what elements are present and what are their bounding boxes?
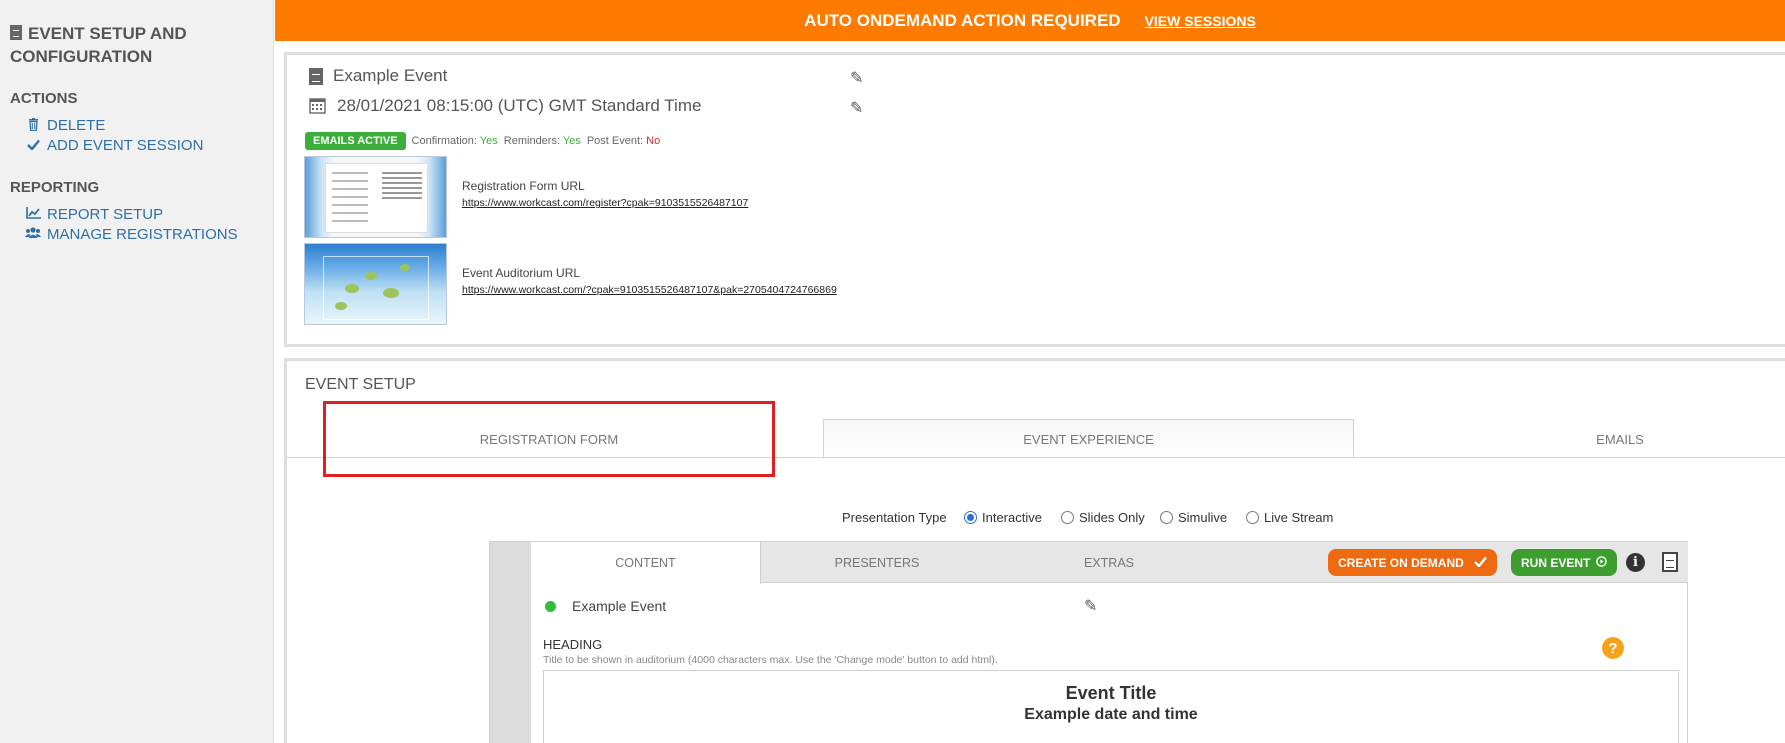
email-status-line: EMAILS ACTIVE Confirmation: Yes Reminder…	[305, 132, 660, 150]
post-event-label: Post Event:	[586, 135, 644, 147]
reminders-value: Yes	[562, 135, 581, 147]
confirmation-label: Confirmation:	[411, 135, 477, 147]
tab-registration-form[interactable]: REGISTRATION FORM	[324, 419, 774, 459]
add-event-session-action[interactable]: ADD EVENT SESSION	[25, 137, 203, 154]
calendar-icon	[309, 97, 327, 115]
registration-url-link[interactable]: https://www.workcast.com/register?cpak=9…	[462, 197, 748, 209]
radio-button[interactable]	[1246, 511, 1259, 524]
view-sessions-link[interactable]: VIEW SESSIONS	[1145, 13, 1256, 29]
delete-action[interactable]: DELETE	[25, 117, 105, 134]
presentation-type-label: Presentation Type	[842, 510, 947, 525]
auditorium-url-label: Event Auditorium URL	[462, 266, 581, 280]
post-event-status: Post Event: No	[587, 135, 660, 147]
content-sub-tabs: CONTENT PRESENTERS EXTRAS CREATE ON DEMA…	[531, 542, 1688, 584]
editor-subtitle: Example date and time	[1024, 706, 1198, 723]
content-event-row: Example Event	[545, 598, 666, 614]
check-icon	[25, 138, 41, 153]
tab-emails[interactable]: EMAILS	[1354, 419, 1785, 459]
document-icon	[309, 67, 323, 85]
event-summary-card: Example Event ✎ 28/01/2021 08:15:00 (UTC…	[284, 52, 1785, 347]
registration-url-label: Registration Form URL	[462, 179, 585, 193]
event-name-row: Example Event	[309, 66, 447, 86]
actions-heading: ACTIONS	[10, 90, 78, 107]
event-setup-title: EVENT SETUP	[305, 376, 416, 393]
registration-form-thumbnail[interactable]	[304, 156, 447, 238]
radio-button[interactable]	[1061, 511, 1074, 524]
event-experience-panel: CONTENT PRESENTERS EXTRAS CREATE ON DEMA…	[489, 541, 1688, 743]
run-event-label: RUN EVENT	[1521, 555, 1591, 570]
reporting-heading: REPORTING	[10, 179, 100, 196]
edit-event-name-icon[interactable]: ✎	[850, 68, 863, 88]
radio-live-stream-label: Live Stream	[1264, 510, 1334, 525]
event-name: Example Event	[333, 66, 448, 85]
emails-active-badge: EMAILS ACTIVE	[305, 132, 406, 150]
create-on-demand-label: CREATE ON DEMAND	[1338, 555, 1464, 570]
heading-editor[interactable]: Event Title Example date and time	[543, 670, 1679, 743]
add-event-session-label: ADD EVENT SESSION	[47, 137, 204, 154]
tab-content[interactable]: CONTENT	[531, 542, 761, 584]
radio-button[interactable]	[964, 511, 977, 524]
report-setup-action[interactable]: REPORT SETUP	[25, 206, 163, 223]
auditorium-url-link[interactable]: https://www.workcast.com/?cpak=910351552…	[462, 284, 837, 296]
reminders-label: Reminders:	[503, 135, 561, 147]
help-question-icon[interactable]: ?	[1602, 637, 1624, 659]
run-event-button[interactable]: RUN EVENT	[1511, 549, 1618, 576]
edit-content-event-icon[interactable]: ✎	[1084, 596, 1097, 616]
sidebar-title-text: EVENT SETUP AND CONFIGURATION	[10, 24, 187, 66]
radio-interactive-label: Interactive	[982, 510, 1042, 525]
manage-registrations-action[interactable]: MANAGE REGISTRATIONS	[25, 226, 238, 243]
confirmation-status: Confirmation: Yes	[412, 135, 498, 147]
create-on-demand-button[interactable]: CREATE ON DEMAND	[1328, 549, 1497, 576]
event-datetime-row: 28/01/2021 08:15:00 (UTC) GMT Standard T…	[309, 96, 701, 116]
notes-document-icon[interactable]	[1662, 552, 1678, 572]
event-setup-section: EVENT SETUP REGISTRATION FORM EVENT EXPE…	[284, 358, 1785, 743]
confirmation-value: Yes	[479, 135, 498, 147]
tab-extras[interactable]: EXTRAS	[993, 542, 1225, 583]
users-icon	[25, 227, 41, 242]
heading-label: HEADING	[543, 637, 603, 652]
edit-datetime-icon[interactable]: ✎	[850, 98, 863, 118]
action-required-banner: AUTO ONDEMAND ACTION REQUIRED VIEW SESSI…	[275, 0, 1785, 41]
status-dot-icon	[545, 600, 556, 612]
delete-label: DELETE	[47, 117, 106, 134]
radio-live-stream[interactable]: Live Stream	[1246, 510, 1333, 525]
banner-message: AUTO ONDEMAND ACTION REQUIRED	[804, 10, 1121, 30]
radio-simulive[interactable]: Simulive	[1160, 510, 1227, 525]
heading-help-text: Title to be shown in auditorium (4000 ch…	[543, 654, 998, 666]
sidebar: EVENT SETUP AND CONFIGURATION ACTIONS DE…	[0, 0, 274, 743]
editor-title: Event Title	[1065, 683, 1157, 703]
content-event-name: Example Event	[572, 598, 667, 614]
document-icon	[10, 25, 22, 40]
radio-button[interactable]	[1160, 511, 1173, 524]
tab-event-experience[interactable]: EVENT EXPERIENCE	[823, 419, 1354, 459]
info-icon[interactable]: i	[1626, 553, 1645, 572]
panel-left-strip	[490, 542, 531, 743]
radio-slides-only[interactable]: Slides Only	[1061, 510, 1145, 525]
play-circle-icon	[1596, 555, 1608, 570]
radio-interactive[interactable]: Interactive	[964, 510, 1042, 525]
manage-registrations-label: MANAGE REGISTRATIONS	[47, 226, 238, 243]
radio-simulive-label: Simulive	[1178, 510, 1228, 525]
check-icon	[1473, 556, 1487, 570]
sidebar-title: EVENT SETUP AND CONFIGURATION	[10, 22, 260, 68]
chart-line-icon	[25, 207, 41, 222]
report-setup-label: REPORT SETUP	[47, 206, 164, 223]
auditorium-thumbnail[interactable]	[304, 243, 447, 325]
trash-icon	[25, 117, 41, 134]
post-event-value: No	[646, 135, 661, 147]
event-datetime: 28/01/2021 08:15:00 (UTC) GMT Standard T…	[337, 96, 702, 115]
radio-slides-only-label: Slides Only	[1079, 510, 1145, 525]
tab-presenters[interactable]: PRESENTERS	[761, 542, 993, 583]
tabs-divider	[287, 457, 1785, 458]
reminders-status: Reminders: Yes	[504, 135, 581, 147]
